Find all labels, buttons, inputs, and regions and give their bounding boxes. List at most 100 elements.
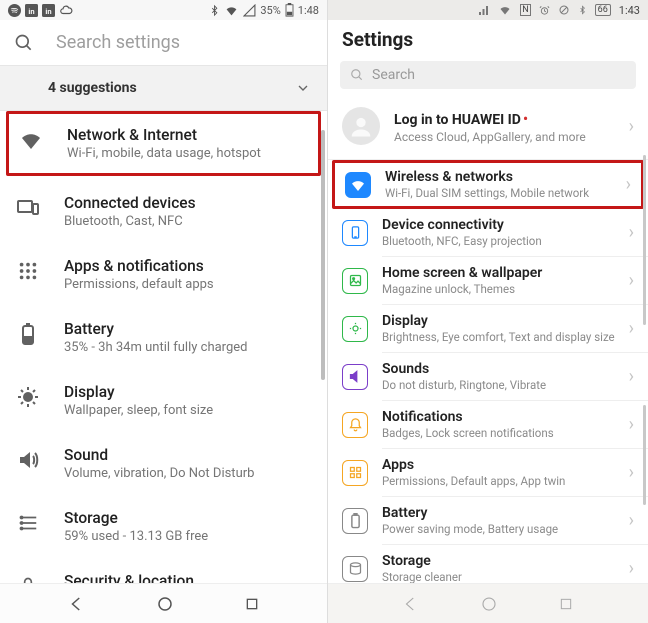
search-icon (350, 68, 364, 82)
row-sub: Power saving mode, Battery usage (382, 522, 629, 536)
row-sub: 59% used - 13.13 GB free (64, 529, 208, 544)
row-battery[interactable]: Battery 35% - 3h 34m until fully charged (0, 306, 327, 369)
row-display[interactable]: Display Brightness, Eye comfort, Text an… (328, 305, 648, 352)
scrollbar[interactable] (643, 405, 646, 505)
nav-recent-button[interactable] (244, 596, 260, 612)
row-apps-notifications[interactable]: Apps & notificationsPermissions, default… (0, 243, 327, 306)
spotify-icon (8, 4, 21, 17)
row-storage[interactable]: Storage Storage cleaner › (328, 545, 648, 583)
row-storage[interactable]: Storage 59% used - 13.13 GB free (0, 495, 327, 558)
chevron-right-icon: › (629, 366, 634, 387)
row-battery[interactable]: Battery Power saving mode, Battery usage… (328, 497, 648, 544)
sound-icon (16, 448, 40, 472)
row-display[interactable]: DisplayWallpaper, sleep, font size (0, 369, 327, 432)
storage-icon (16, 511, 40, 535)
row-title: Display (382, 313, 629, 329)
row-sub: Brightness, Eye comfort, Text and displa… (382, 330, 629, 344)
row-title: Battery (382, 505, 629, 521)
linkedin-icon: in (25, 4, 38, 17)
search-input[interactable]: Search (340, 61, 636, 89)
chevron-right-icon: › (629, 558, 634, 579)
devices-icon (16, 196, 40, 220)
wireless-networks-icon (345, 172, 371, 198)
nav-back-button[interactable] (402, 595, 420, 613)
chevron-right-icon: › (629, 116, 634, 137)
row-sound[interactable]: Sound Volume, vibration, Do Not Disturb (0, 432, 327, 495)
avatar-icon (342, 107, 380, 145)
linkedin-icon: in (42, 4, 55, 17)
apps-icon (16, 259, 40, 283)
row-sub: Bluetooth, Cast, NFC (64, 214, 196, 229)
chevron-right-icon: › (629, 414, 634, 435)
row-title: Battery (64, 320, 247, 338)
nav-home-button[interactable] (480, 595, 498, 613)
phone-android-9: N 66 1:43 Settings Search Log in to HUAW… (328, 0, 648, 623)
login-title: Log in to HUAWEI ID (394, 112, 521, 128)
home-screen-wallpaper-icon (342, 268, 368, 294)
chevron-down-icon (295, 80, 311, 96)
apps-icon (342, 460, 368, 486)
row-title: Sounds (382, 361, 629, 377)
row-sub: Wi-Fi, mobile, data usage, hotspot (67, 146, 261, 161)
row-sub: Magazine unlock, Themes (382, 282, 629, 296)
status-bar: N 66 1:43 (328, 0, 648, 20)
bluetooth-icon (578, 4, 587, 16)
row-sub: Bluetooth, NFC, Easy projection (382, 234, 629, 248)
row-notifications[interactable]: Notifications Badges, Lock screen notifi… (328, 401, 648, 448)
row-title: Storage (64, 509, 208, 527)
lock-icon (16, 574, 40, 583)
status-bar: in in 35% 1:48 (0, 0, 327, 20)
row-sub: Wallpaper, sleep, font size (64, 403, 213, 418)
search-placeholder: Search (372, 67, 415, 83)
display-icon (16, 385, 40, 409)
row-security-location[interactable]: Security & location (0, 558, 327, 583)
svg-text:in: in (28, 6, 34, 15)
battery-icon (285, 3, 294, 17)
alarm-icon (539, 5, 550, 16)
cloud-icon (59, 3, 73, 17)
login-sub: Access Cloud, AppGallery, and more (394, 130, 629, 144)
row-title: Notifications (382, 409, 629, 425)
login-huawei-id[interactable]: Log in to HUAWEI ID• Access Cloud, AppGa… (328, 97, 648, 160)
search-settings[interactable]: Search settings (0, 20, 327, 65)
row-connected-devices[interactable]: Connected devicesBluetooth, Cast, NFC (0, 180, 327, 243)
row-sub: Badges, Lock screen notifications (382, 426, 629, 440)
row-sub: 35% - 3h 34m until fully charged (64, 340, 247, 355)
row-sub: Wi-Fi, Dual SIM settings, Mobile network (385, 186, 626, 200)
row-device-connectivity[interactable]: Device connectivity Bluetooth, NFC, Easy… (328, 209, 648, 256)
search-placeholder: Search settings (56, 32, 180, 53)
row-title: Storage (382, 553, 629, 569)
battery-percent: 35% (260, 4, 280, 17)
wifi-icon (224, 4, 239, 17)
scrollbar[interactable] (321, 130, 325, 380)
row-apps[interactable]: Apps Permissions, Default apps, App twin… (328, 449, 648, 496)
wifi-icon (498, 4, 512, 16)
display-icon (342, 316, 368, 342)
row-title: Home screen & wallpaper (382, 265, 629, 281)
sounds-icon (342, 364, 368, 390)
device-connectivity-icon (342, 220, 368, 246)
row-sub: Volume, vibration, Do Not Disturb (64, 466, 254, 481)
row-sub: Permissions, Default apps, App twin (382, 474, 629, 488)
row-title: Apps (382, 457, 629, 473)
nav-recent-button[interactable] (558, 596, 574, 612)
row-network-internet[interactable]: Network & Internet Wi-Fi, mobile, data us… (6, 111, 321, 176)
search-icon (14, 33, 34, 53)
nav-back-button[interactable] (68, 595, 86, 613)
row-home-screen-wallpaper[interactable]: Home screen & wallpaper Magazine unlock,… (328, 257, 648, 304)
row-title: Network & Internet (67, 126, 261, 144)
row-sub: Do not disturb, Ringtone, Vibrate (382, 378, 629, 392)
suggestions-text: 4 suggestions (48, 80, 137, 96)
suggestions-bar[interactable]: 4 suggestions (0, 65, 327, 111)
scrollbar[interactable] (643, 155, 646, 325)
row-title: Sound (64, 446, 254, 464)
row-title: Security & location (64, 572, 194, 583)
bluetooth-icon (209, 4, 220, 17)
nav-home-button[interactable] (156, 595, 174, 613)
row-sounds[interactable]: Sounds Do not disturb, Ringtone, Vibrate… (328, 353, 648, 400)
notifications-icon (342, 412, 368, 438)
row-wireless-networks[interactable]: Wireless & networks Wi-Fi, Dual SIM sett… (332, 160, 644, 209)
clock-time: 1:48 (298, 4, 319, 17)
row-sub: Permissions, default apps (64, 277, 214, 292)
row-title: Device connectivity (382, 217, 629, 233)
